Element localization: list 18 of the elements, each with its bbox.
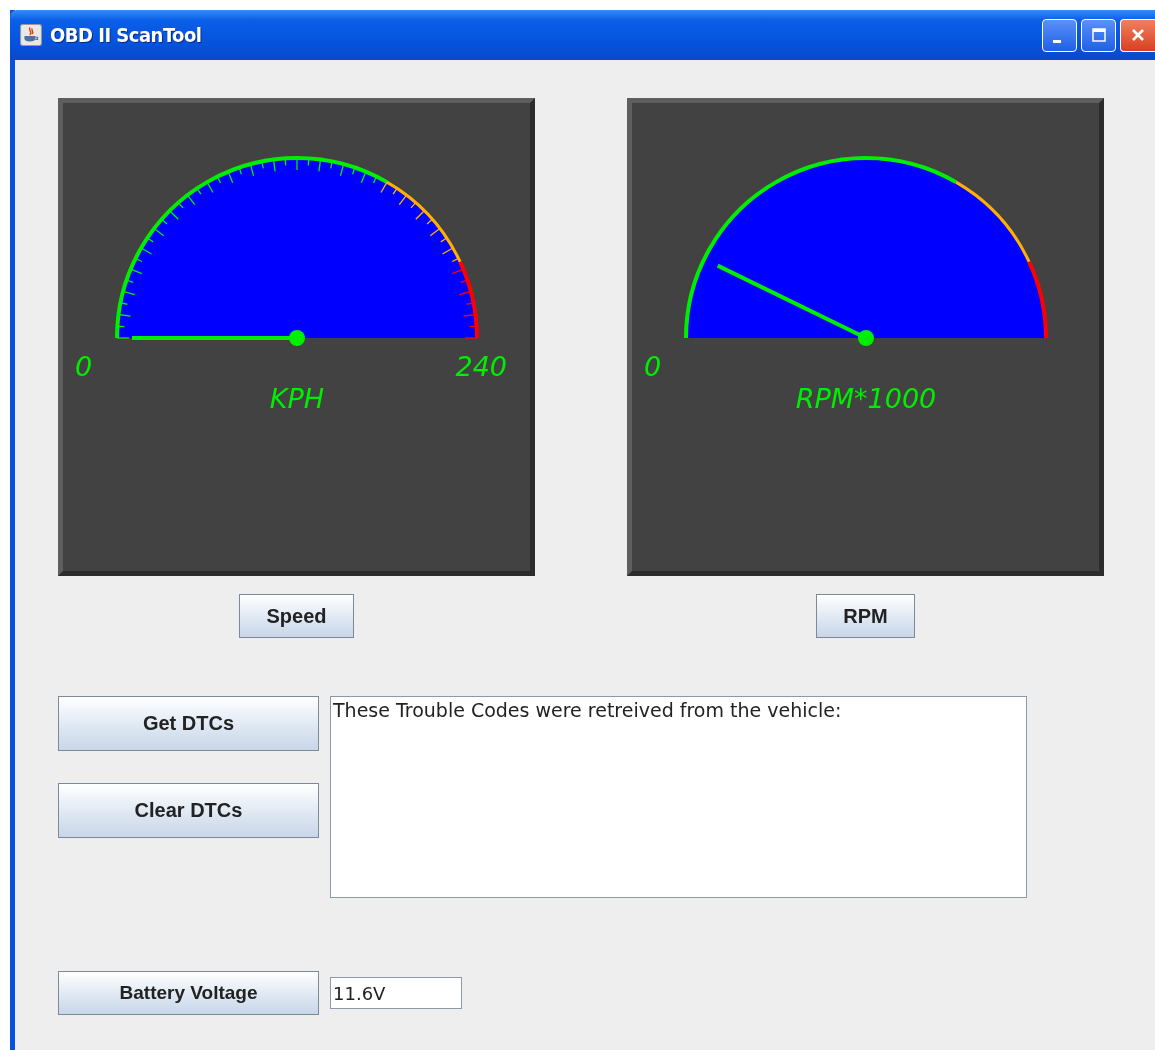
dtc-button[interactable]: Clear DTCs <box>58 783 319 838</box>
window-title: OBD II ScanTool <box>50 23 202 47</box>
gauge-button[interactable]: RPM <box>816 594 915 638</box>
minimize-button[interactable] <box>1042 18 1077 52</box>
voltage-field[interactable]: 11.6V <box>330 977 462 1009</box>
unit-label: RPM*1000 <box>795 383 937 414</box>
scale-min-label: 0 <box>644 351 662 382</box>
gauge-button[interactable]: Speed <box>239 594 354 638</box>
close-button[interactable] <box>1120 18 1155 52</box>
coffee-cup-icon <box>20 24 42 46</box>
unit-label: KPH <box>269 383 325 414</box>
minimize-icon <box>1052 39 1061 43</box>
maximize-button[interactable] <box>1081 18 1116 52</box>
scale-min-label: 0 <box>75 351 93 382</box>
scale-max-label: 240 <box>455 351 507 382</box>
output-text-area[interactable]: These Trouble Codes were retreived from the vehicle: <box>330 696 1027 898</box>
battery-voltage-button[interactable]: Battery Voltage <box>58 971 319 1015</box>
dtc-button[interactable]: Get DTCs <box>58 696 319 751</box>
